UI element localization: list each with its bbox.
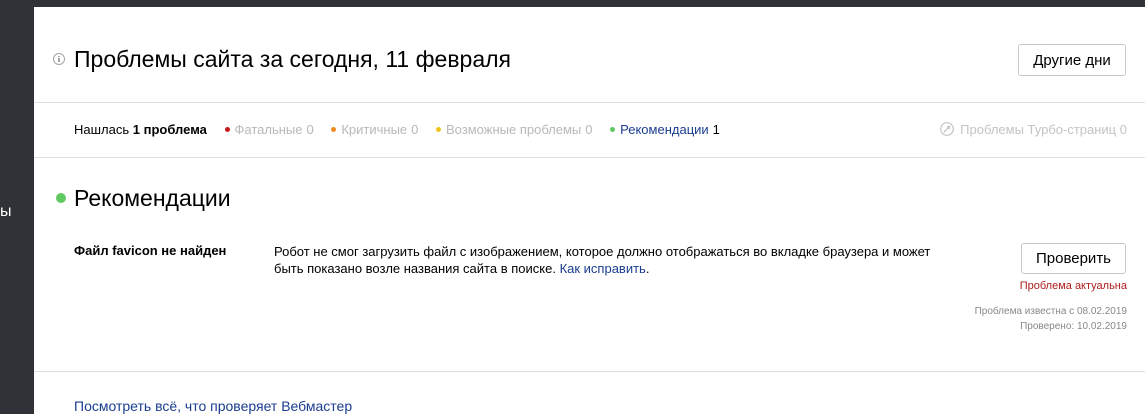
divider	[34, 371, 1145, 372]
check-button[interactable]: Проверить	[1021, 243, 1126, 274]
filter-fatal-count: 0	[306, 122, 314, 137]
possible-dot-icon	[436, 127, 442, 132]
problem-description: Робот не смог загрузить файл с изображен…	[274, 244, 931, 276]
section-title: Рекомендации	[74, 185, 231, 211]
known-since-text: Проблема известна с 08.02.2019	[974, 306, 1127, 317]
view-all-checks-link[interactable]: Посмотреть всё, что проверяет Вебмастер	[74, 398, 352, 414]
filter-fatal[interactable]: Фатальные 0	[224, 122, 314, 137]
how-to-fix-link[interactable]: Как исправить	[560, 261, 646, 276]
sidebar: ы	[0, 0, 34, 414]
turbo-label: Проблемы Турбо-страниц	[960, 122, 1117, 137]
filter-critical[interactable]: Критичные 0	[331, 122, 418, 137]
page-header: Проблемы сайта за сегодня, 11 февраля Др…	[34, 7, 1145, 103]
main-panel: Проблемы сайта за сегодня, 11 февраля Др…	[34, 7, 1145, 414]
sidebar-item-label[interactable]: ы	[0, 203, 34, 221]
filter-possible[interactable]: Возможные проблемы 0	[436, 122, 593, 137]
recommendations-section-dot-icon	[56, 193, 66, 203]
checked-date-text: Проверено: 10.02.2019	[1020, 321, 1127, 332]
fatal-dot-icon	[224, 127, 230, 132]
rocket-icon	[940, 122, 955, 136]
filter-possible-label: Возможные проблемы	[446, 122, 582, 137]
filter-fatal-label: Фатальные	[234, 122, 303, 137]
recommendations-dot-icon	[610, 127, 616, 132]
filter-recommendations-count: 1	[712, 122, 720, 137]
filter-recommendations-label: Рекомендации	[620, 122, 709, 137]
found-prefix: Нашлась	[74, 122, 130, 137]
problem-name: Файл favicon не найден	[74, 243, 227, 258]
found-count: 1 проблема	[132, 122, 207, 137]
filter-critical-count: 0	[411, 122, 419, 137]
filter-critical-label: Критичные	[341, 122, 408, 137]
info-icon[interactable]	[53, 53, 65, 65]
problem-meta: Проблема известна с 08.02.2019 Проверено…	[975, 304, 1127, 334]
page-title: Проблемы сайта за сегодня, 11 февраля	[74, 46, 511, 72]
filter-possible-count: 0	[585, 122, 593, 137]
critical-dot-icon	[331, 127, 337, 132]
filter-recommendations[interactable]: Рекомендации 1	[610, 122, 720, 137]
turbo-count: 0	[1119, 122, 1127, 137]
summary-row: Нашлась 1 проблема Фатальные 0 Критичные 0…	[74, 122, 720, 138]
turbo-problems-link[interactable]: Проблемы Турбо-страниц 0	[940, 122, 1127, 138]
top-bar	[34, 0, 1145, 7]
found-problems-text: Нашлась 1 проблема	[74, 122, 207, 137]
problems-summary: Нашлась 1 проблема Фатальные 0 Критичные 0…	[34, 103, 1145, 158]
other-days-button[interactable]: Другие дни	[1018, 44, 1126, 76]
problem-status: Проблема актуальна	[1019, 280, 1127, 292]
